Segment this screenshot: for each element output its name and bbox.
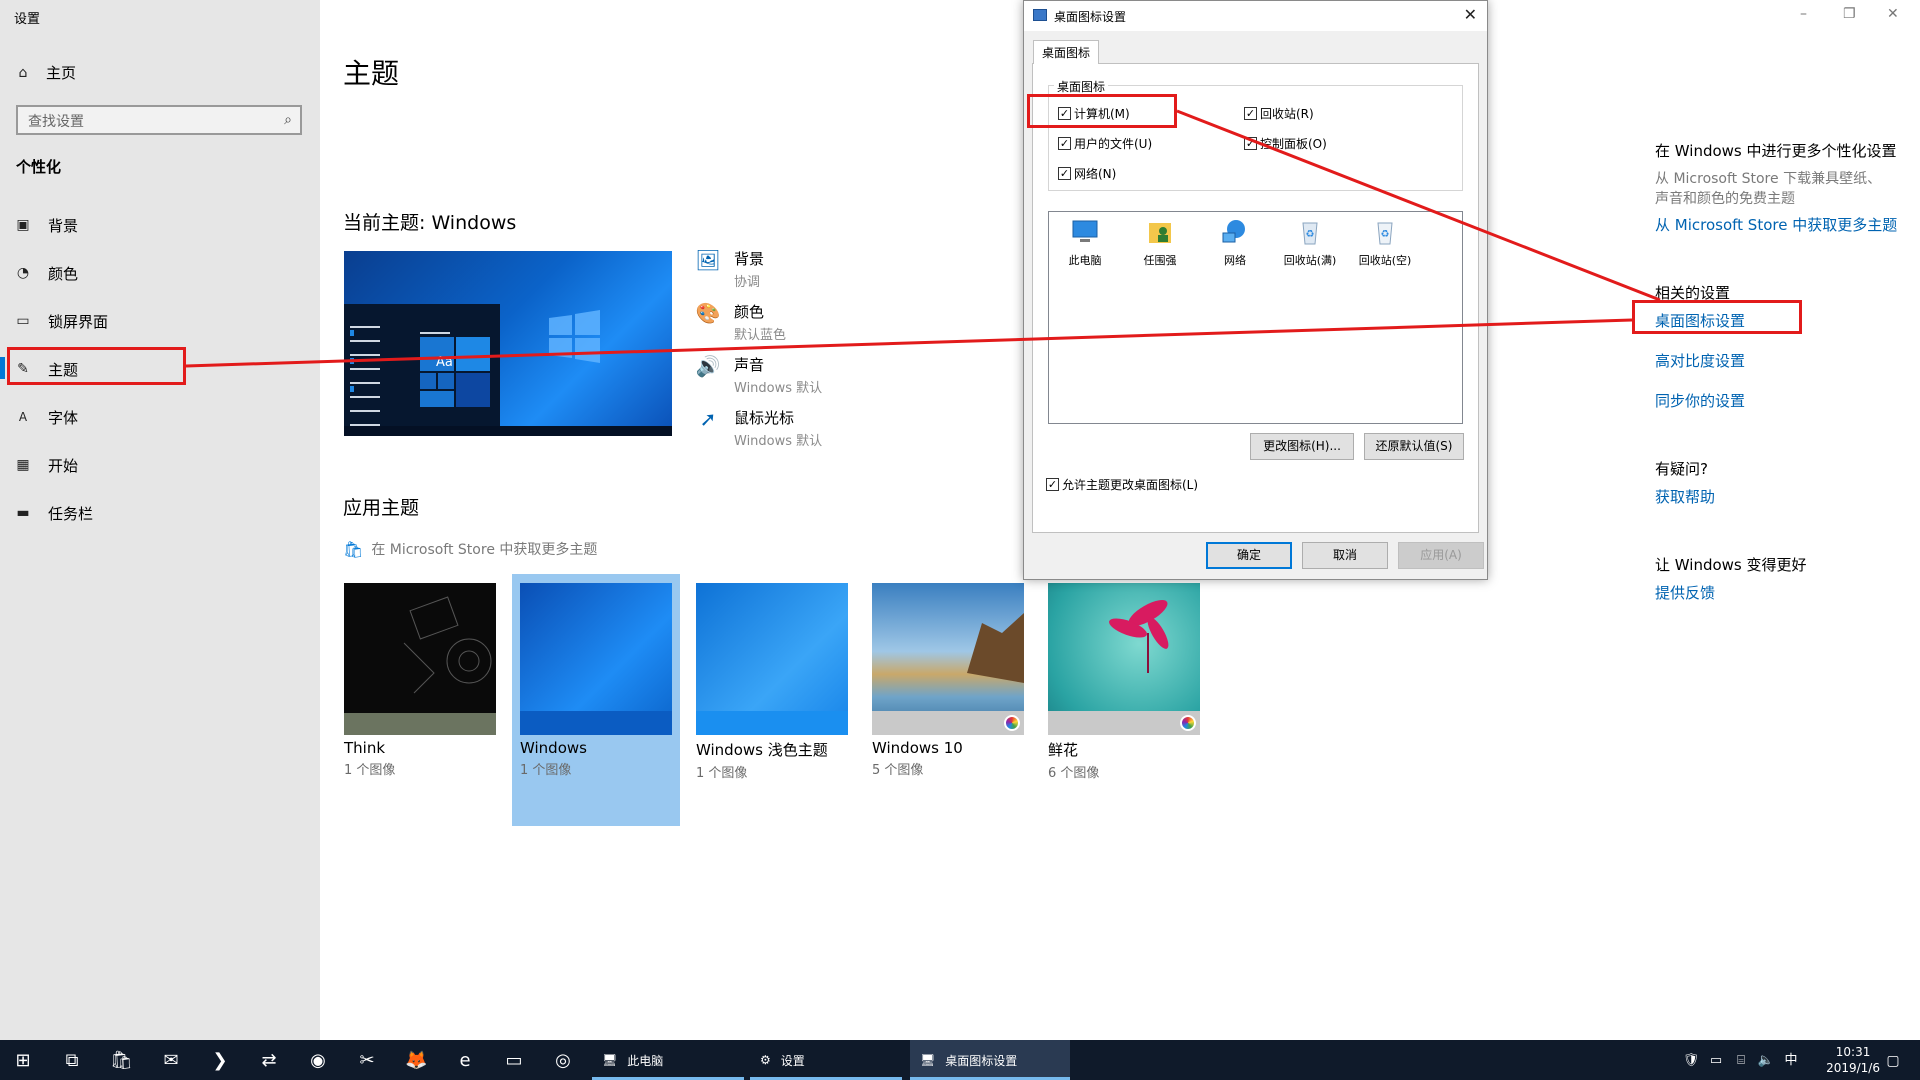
annotation-lines [185, 109, 1661, 368]
task-view-icon[interactable]: ⧉ [61, 1050, 83, 1072]
taskbar-app-label: 桌面图标设置 [945, 1053, 1018, 1068]
mail-icon[interactable]: ✉ [160, 1050, 182, 1072]
clock-date: 2019/1/6 [1826, 1061, 1880, 1075]
action-center-icon[interactable]: ▢ [1882, 1050, 1904, 1072]
ubuntu-icon[interactable]: ◉ [307, 1050, 329, 1072]
clock-time: 10:31 [1835, 1045, 1871, 1059]
taskbar-app-desktop-icon-settings[interactable]: 🖥 桌面图标设置 [910, 1040, 1070, 1080]
teamviewer-icon[interactable]: ⇄ [258, 1050, 280, 1072]
taskbar: ⊞ ⧉ 🛍 ✉ ❯ ⇄ ◉ ✂ 🦊 e ▭ ◎ 🖥 此电脑 ⚙ 设置 🖥 桌面图… [0, 1040, 1920, 1080]
edge-icon[interactable]: e [454, 1050, 476, 1072]
taskbar-app-settings[interactable]: ⚙ 设置 [750, 1040, 902, 1080]
clock[interactable]: 10:31 2019/1/6 [1826, 1044, 1880, 1076]
security-icon[interactable]: 🛡 [1680, 1050, 1702, 1072]
start-button[interactable]: ⊞ [12, 1050, 34, 1072]
store-icon[interactable]: 🛍 [110, 1050, 133, 1072]
gear-icon: ⚙ [760, 1053, 771, 1067]
network-tray-icon[interactable]: ⌸ [1730, 1050, 1752, 1072]
taskbar-app-label: 此电脑 [627, 1053, 664, 1068]
chrome-icon[interactable]: ◎ [552, 1050, 574, 1072]
volume-icon[interactable]: 🔈 [1755, 1050, 1777, 1072]
terminal-icon[interactable]: ▭ [503, 1050, 525, 1072]
display-icon[interactable]: ▭ [1705, 1050, 1727, 1072]
tools-icon[interactable]: ✂ [356, 1050, 378, 1072]
taskbar-app-this-pc[interactable]: 🖥 此电脑 [592, 1040, 744, 1080]
taskbar-app-label: 设置 [780, 1053, 805, 1068]
firefox-icon[interactable]: 🦊 [405, 1050, 427, 1072]
desktop-settings-icon: 🖥 [920, 1053, 936, 1067]
powershell-icon[interactable]: ❯ [209, 1050, 231, 1072]
ime-indicator[interactable]: 中 [1780, 1050, 1802, 1072]
computer-icon: 🖥 [602, 1053, 618, 1067]
